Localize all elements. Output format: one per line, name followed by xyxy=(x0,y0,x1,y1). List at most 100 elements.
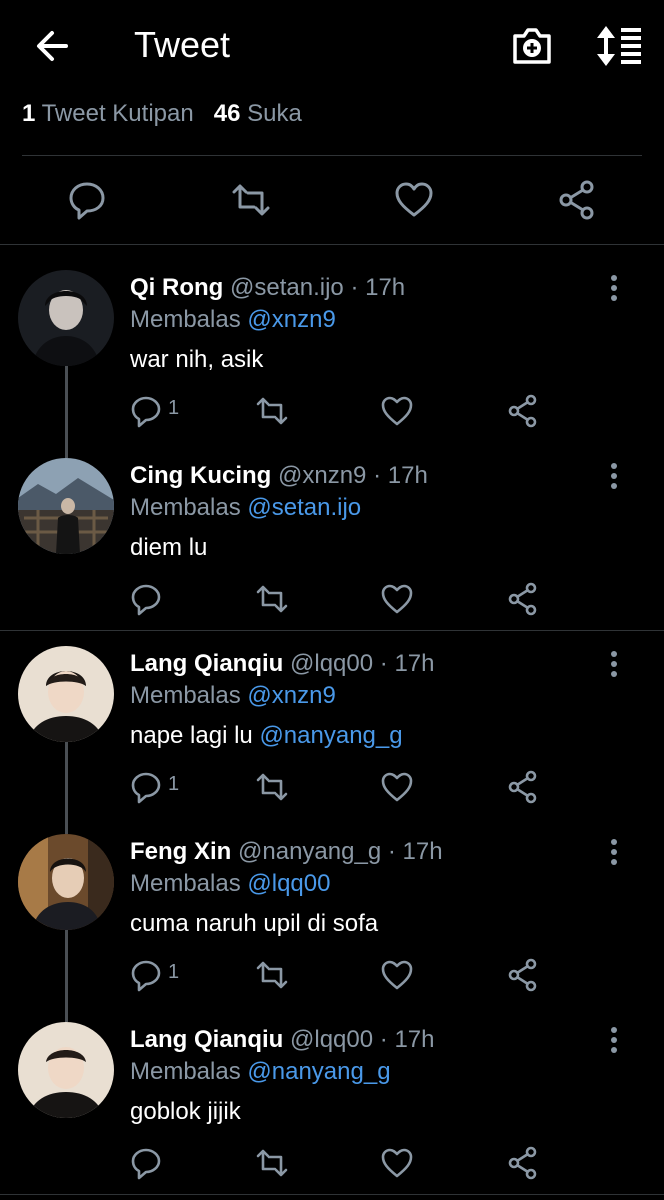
replying-to: Membalas @nanyang_g xyxy=(130,1058,391,1086)
display-name[interactable]: Feng Xin xyxy=(130,838,231,865)
top-bar: Tweet xyxy=(0,0,664,92)
divider xyxy=(0,630,664,631)
more-options-icon[interactable] xyxy=(600,838,628,866)
more-options-icon[interactable] xyxy=(600,462,628,490)
replying-to-handle[interactable]: @xnzn9 xyxy=(247,306,335,333)
reply-count: 1 xyxy=(168,397,180,419)
retweet-icon[interactable] xyxy=(255,581,289,617)
timestamp: 17h xyxy=(402,838,443,865)
avatar[interactable] xyxy=(18,270,114,366)
reply-header: Feng Xin @nanyang_g · 17h xyxy=(130,838,443,866)
display-name[interactable]: Qi Rong xyxy=(130,274,223,301)
share-icon[interactable] xyxy=(506,769,540,805)
separator: · xyxy=(379,1026,388,1053)
reply-icon[interactable] xyxy=(130,581,210,617)
separator: · xyxy=(373,462,382,489)
reply-tweet[interactable]: Cing Kucing @xnzn9 · 17h Membalas @setan… xyxy=(0,450,664,630)
like-icon[interactable] xyxy=(394,178,434,222)
handle[interactable]: @lqq00 xyxy=(290,650,373,677)
replying-to-handle[interactable]: @xnzn9 xyxy=(247,682,335,709)
like-icon[interactable] xyxy=(380,957,414,993)
avatar[interactable] xyxy=(18,834,114,930)
back-arrow-icon[interactable] xyxy=(32,26,72,66)
replying-to-handle[interactable]: @lqq00 xyxy=(247,870,330,897)
handle[interactable]: @nanyang_g xyxy=(238,838,381,865)
like-icon[interactable] xyxy=(380,393,414,429)
share-icon[interactable] xyxy=(506,1145,540,1181)
reply-count: 1 xyxy=(168,773,180,795)
more-options-icon[interactable] xyxy=(600,650,628,678)
reply-text-content: nape lagi lu xyxy=(130,722,260,749)
avatar[interactable] xyxy=(18,458,114,554)
share-icon[interactable] xyxy=(506,581,540,617)
retweet-icon[interactable] xyxy=(231,178,271,222)
reply-header: Lang Qianqiu @lqq00 · 17h xyxy=(130,1026,434,1054)
mention-link[interactable]: @nanyang_g xyxy=(259,722,402,749)
timestamp: 17h xyxy=(365,274,406,301)
like-icon[interactable] xyxy=(380,769,414,805)
sort-icon[interactable] xyxy=(594,24,644,68)
quotes-count[interactable]: 1 xyxy=(22,100,35,127)
handle[interactable]: @lqq00 xyxy=(290,1026,373,1053)
reply-icon[interactable] xyxy=(130,1145,210,1181)
display-name[interactable]: Lang Qianqiu xyxy=(130,650,283,677)
reply-text: war nih, asik xyxy=(130,346,264,373)
avatar[interactable] xyxy=(18,646,114,742)
separator: · xyxy=(387,838,396,865)
handle[interactable]: @xnzn9 xyxy=(278,462,366,489)
retweet-icon[interactable] xyxy=(255,1145,289,1181)
retweet-icon[interactable] xyxy=(255,957,289,993)
page-title: Tweet xyxy=(134,24,231,65)
likes-label[interactable]: Suka xyxy=(247,100,302,127)
like-icon[interactable] xyxy=(380,1145,414,1181)
replying-to: Membalas @lqq00 xyxy=(130,870,330,898)
reply-icon[interactable] xyxy=(67,178,107,222)
replying-to-handle[interactable]: @nanyang_g xyxy=(247,1058,390,1085)
reply-text: cuma naruh upil di sofa xyxy=(130,910,379,937)
handle[interactable]: @setan.ijo xyxy=(230,274,344,301)
reply-actions xyxy=(130,581,550,617)
more-options-icon[interactable] xyxy=(600,1026,628,1054)
replying-label: Membalas xyxy=(130,682,241,709)
reply-icon[interactable]: 1 xyxy=(130,957,210,993)
main-tweet-actions xyxy=(0,178,664,222)
divider xyxy=(22,155,642,156)
reply-header: Lang Qianqiu @lqq00 · 17h xyxy=(130,650,434,678)
share-icon[interactable] xyxy=(506,957,540,993)
more-options-icon[interactable] xyxy=(600,274,628,302)
retweet-icon[interactable] xyxy=(255,769,289,805)
share-icon[interactable] xyxy=(557,178,597,222)
timestamp: 17h xyxy=(394,1026,435,1053)
display-name[interactable]: Cing Kucing xyxy=(130,462,271,489)
reply-tweet[interactable]: Lang Qianqiu @lqq00 · 17h Membalas @xnzn… xyxy=(0,638,664,818)
reply-tweet[interactable]: Lang Qianqiu @lqq00 · 17h Membalas @nany… xyxy=(0,1014,664,1194)
separator: · xyxy=(379,650,388,677)
reply-header: Cing Kucing @xnzn9 · 17h xyxy=(130,462,428,490)
reply-tweet[interactable]: Feng Xin @nanyang_g · 17h Membalas @lqq0… xyxy=(0,826,664,1006)
reply-actions xyxy=(130,1145,550,1181)
replying-label: Membalas xyxy=(130,1058,241,1085)
likes-count[interactable]: 46 xyxy=(214,100,241,127)
divider xyxy=(0,244,664,245)
reply-tweet[interactable]: Qi Rong @setan.ijo · 17h Membalas @xnzn9… xyxy=(0,262,664,442)
share-icon[interactable] xyxy=(506,393,540,429)
replying-label: Membalas xyxy=(130,870,241,897)
reply-icon[interactable]: 1 xyxy=(130,769,210,805)
replying-label: Membalas xyxy=(130,494,241,521)
avatar[interactable] xyxy=(18,1022,114,1118)
retweet-icon[interactable] xyxy=(255,393,289,429)
like-icon[interactable] xyxy=(380,581,414,617)
quotes-label[interactable]: Tweet Kutipan xyxy=(42,100,194,127)
separator: · xyxy=(350,274,359,301)
replying-to: Membalas @xnzn9 xyxy=(130,682,336,710)
reply-text: diem lu xyxy=(130,534,208,561)
camera-plus-icon[interactable] xyxy=(510,24,554,68)
timestamp: 17h xyxy=(394,650,435,677)
replying-label: Membalas xyxy=(130,306,241,333)
divider xyxy=(0,1194,664,1195)
replying-to-handle[interactable]: @setan.ijo xyxy=(247,494,361,521)
reply-icon[interactable]: 1 xyxy=(130,393,210,429)
tweet-stats: 1 Tweet Kutipan 46 Suka xyxy=(22,100,302,128)
reply-text: goblok jijik xyxy=(130,1098,241,1125)
display-name[interactable]: Lang Qianqiu xyxy=(130,1026,283,1053)
